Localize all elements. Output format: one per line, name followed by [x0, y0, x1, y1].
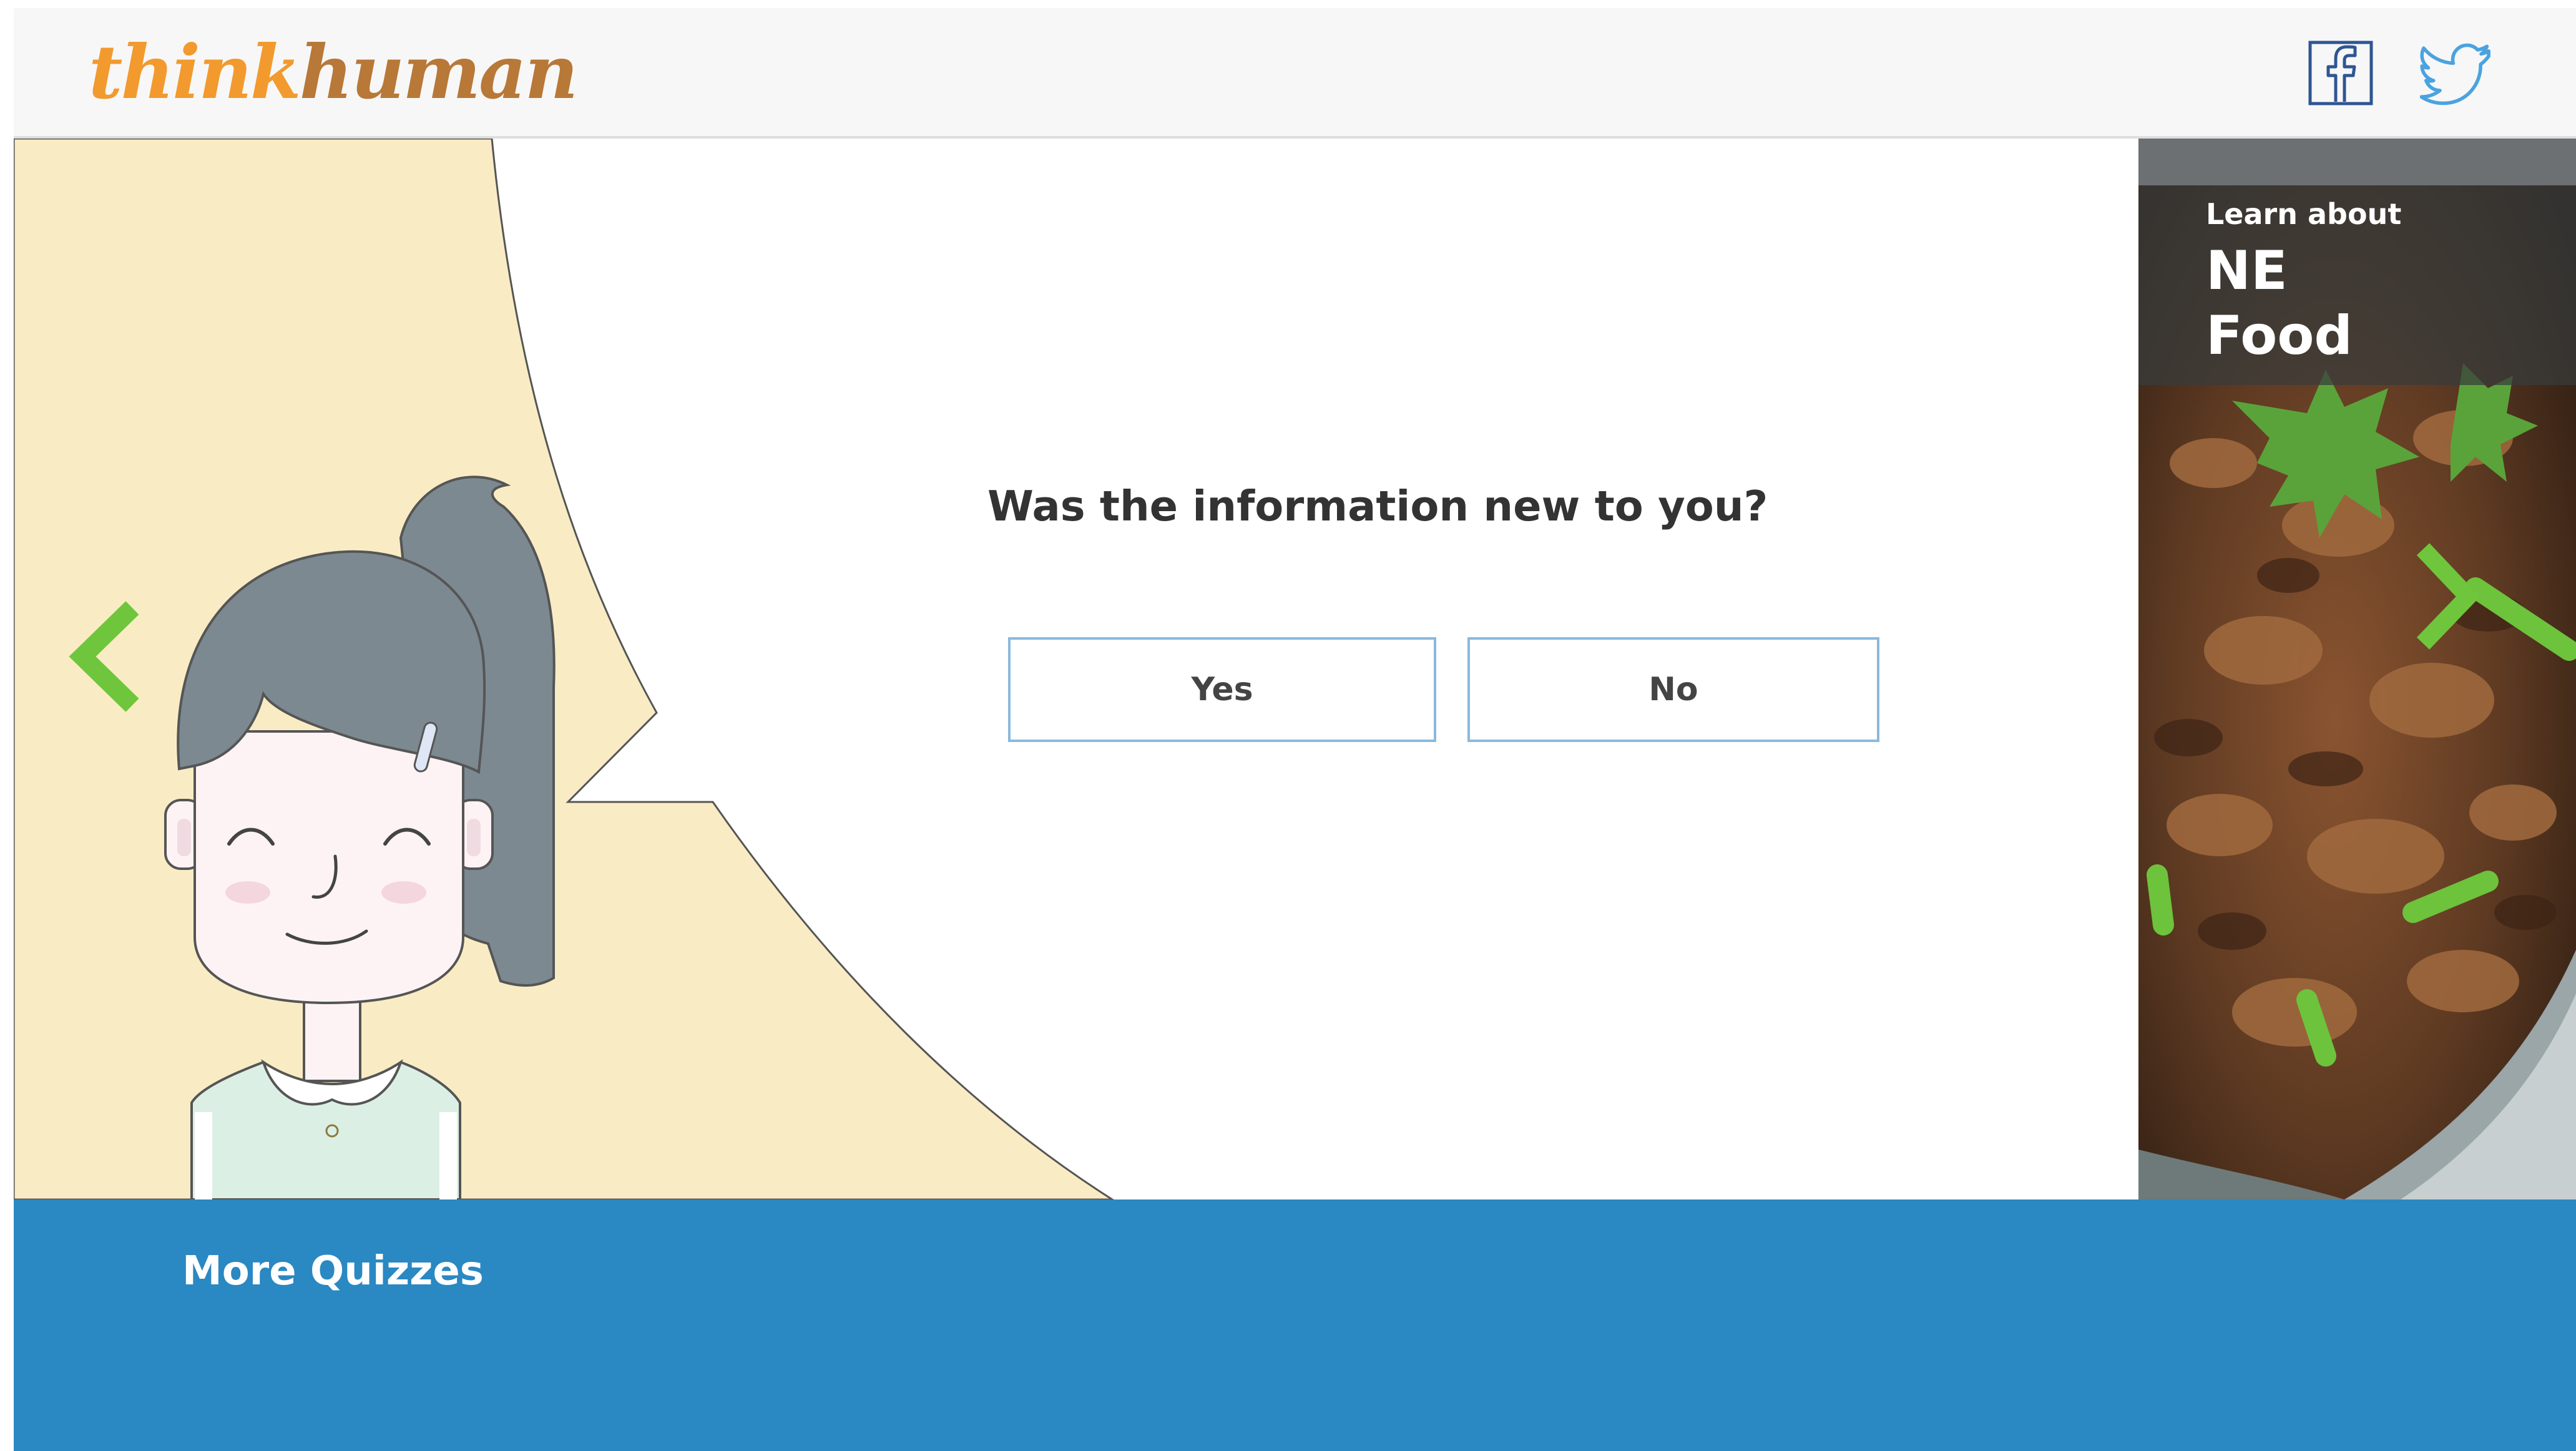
previous-arrow-button[interactable]: [64, 600, 145, 713]
quiz-stage: Was the information new to you? Yes No: [14, 139, 2138, 1199]
face: [193, 730, 464, 1005]
chevron-right-icon: [2416, 543, 2481, 650]
yes-button[interactable]: Yes: [1008, 637, 1436, 742]
twitter-icon: [2419, 43, 2490, 105]
no-button[interactable]: No: [1467, 637, 1879, 742]
quiz-question: Was the information new to you?: [987, 482, 1768, 530]
chevron-left-icon: [69, 601, 139, 712]
panel-title-line2: Food: [2206, 305, 2353, 367]
learn-about-label: Learn about: [2206, 197, 2402, 231]
more-quizzes-link[interactable]: More Quizzes: [182, 1248, 484, 1294]
footer-bar: More Quizzes: [14, 1199, 2576, 1451]
panel-title-line1: NE: [2206, 240, 2288, 302]
facebook-icon: [2308, 41, 2373, 105]
learn-about-food-panel[interactable]: Learn about NE Food: [2138, 139, 2576, 1199]
panel-title: NE Food: [2206, 238, 2353, 368]
cream-speech-shape: [14, 139, 1114, 1199]
think-human-logo[interactable]: thinkhuman: [89, 26, 579, 119]
page-frame: thinkhuman Was the information new to yo…: [14, 8, 2576, 1451]
twitter-share-button[interactable]: [2419, 41, 2495, 109]
facebook-share-button[interactable]: [2308, 41, 2373, 105]
next-arrow-button[interactable]: [2412, 542, 2481, 651]
logo-human-text: human: [299, 29, 579, 115]
top-header: thinkhuman: [14, 8, 2576, 139]
logo-think-text: think: [89, 29, 301, 115]
